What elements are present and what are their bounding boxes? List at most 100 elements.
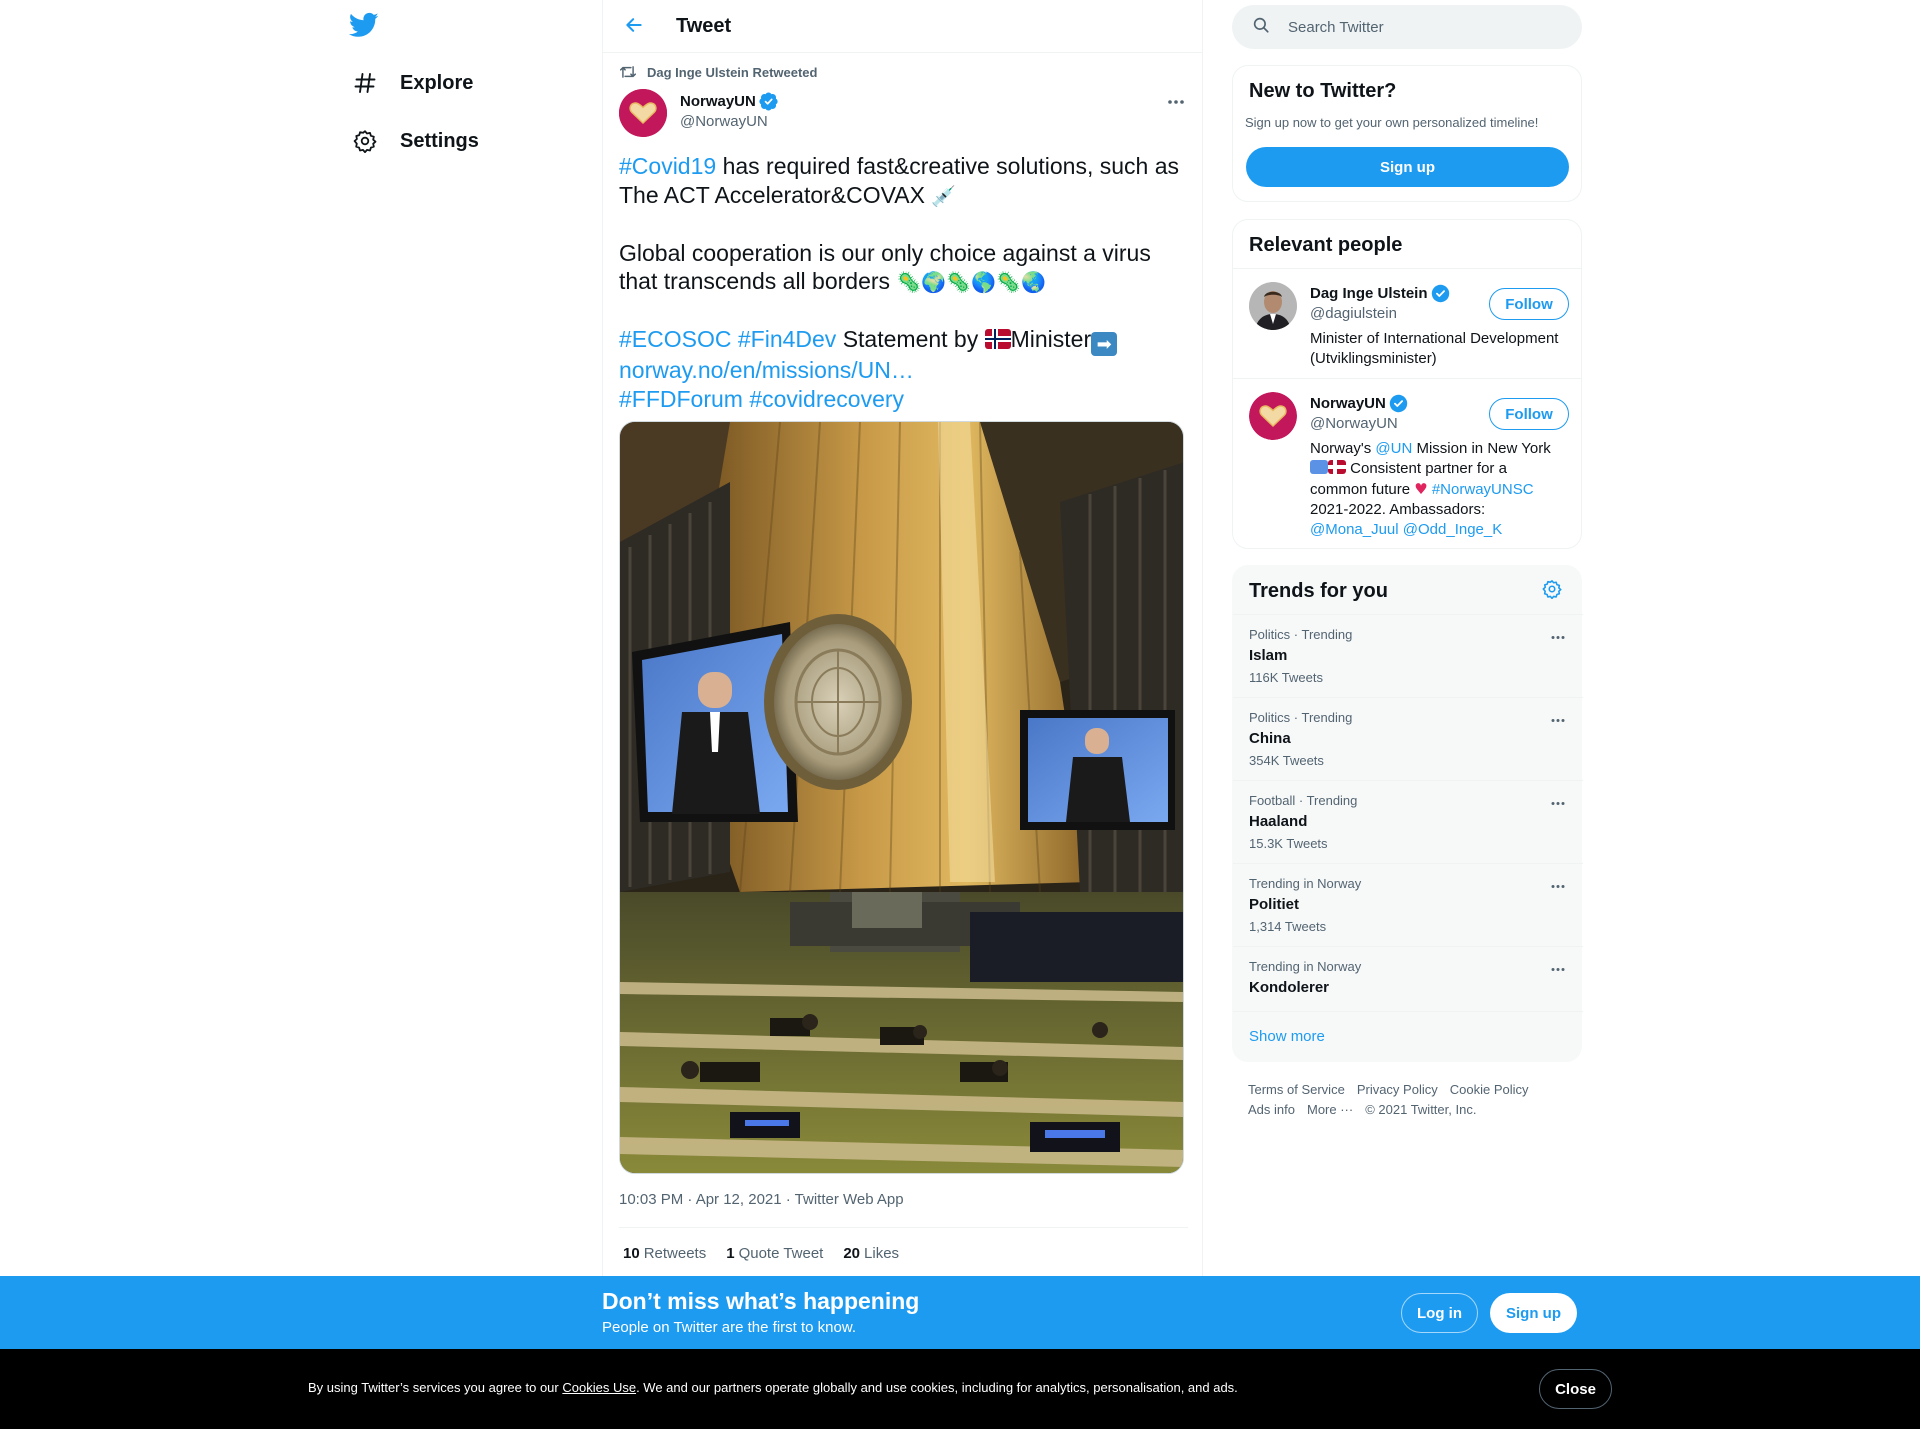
tweet-stats: 10 Retweets 1 Quote Tweet 20 Likes bbox=[623, 1245, 899, 1262]
trend-name: Islam bbox=[1249, 647, 1288, 664]
trend-count: 15.3K Tweets bbox=[1249, 836, 1328, 851]
avatar[interactable] bbox=[1249, 282, 1297, 330]
author-name[interactable]: NorwayUN bbox=[680, 92, 778, 111]
hashtag-link[interactable]: #covidrecovery bbox=[749, 386, 904, 412]
timestamp-text: 10:03 PM · Apr 12, 2021 · Twitter Web Ap… bbox=[619, 1191, 904, 1208]
person-handle: @NorwayUN bbox=[1310, 415, 1398, 432]
tweet-paragraph-1: #Covid19 has required fast&creative solu… bbox=[619, 152, 1189, 210]
trend-item[interactable]: Football · Trending Haaland 15.3K Tweets bbox=[1233, 781, 1583, 863]
heart-emoji: ♥ bbox=[1414, 480, 1428, 498]
login-button[interactable]: Log in bbox=[1401, 1293, 1478, 1333]
gear-icon bbox=[1542, 579, 1562, 604]
hashtag-link[interactable]: #ECOSOC bbox=[619, 326, 731, 352]
trend-item[interactable]: Politics · Trending Islam 116K Tweets bbox=[1233, 615, 1583, 697]
tweet-paragraph-5: #FFDForum #covidrecovery bbox=[619, 385, 1189, 414]
banner-signup-button[interactable]: Sign up bbox=[1490, 1293, 1577, 1333]
trend-item[interactable]: Politics · Trending China 354K Tweets bbox=[1233, 698, 1583, 780]
right-arrow-emoji: ➡ bbox=[1091, 332, 1118, 356]
norway-flag-icon bbox=[1328, 460, 1346, 474]
cookies-use-link[interactable]: Cookies Use bbox=[562, 1380, 636, 1395]
retweets-stat[interactable]: 10 Retweets bbox=[623, 1245, 706, 1262]
show-more-link[interactable]: Show more bbox=[1249, 1028, 1325, 1045]
banner-subtitle: People on Twitter are the first to know. bbox=[602, 1319, 857, 1336]
banner-title: Don’t miss what’s happening bbox=[602, 1288, 920, 1314]
tweet-text: #Covid19 has required fast&creative solu… bbox=[619, 152, 1189, 413]
trends-settings-button[interactable] bbox=[1539, 578, 1565, 604]
more-dots-icon bbox=[1550, 793, 1566, 811]
cookie-close-button[interactable]: Close bbox=[1539, 1369, 1612, 1409]
mention-link[interactable]: @Mona_Juul bbox=[1310, 521, 1399, 538]
trend-more-button[interactable] bbox=[1543, 870, 1573, 900]
tweet-more-button[interactable] bbox=[1161, 86, 1191, 116]
twitter-bird-icon[interactable] bbox=[348, 10, 381, 42]
follow-button[interactable]: Follow bbox=[1489, 398, 1569, 430]
more-dots-icon bbox=[1550, 959, 1566, 977]
hashtag-link[interactable]: #FFDForum bbox=[619, 386, 743, 412]
trend-item[interactable]: Trending in Norway Kondolerer bbox=[1233, 947, 1583, 1011]
new-to-twitter-card: New to Twitter? Sign up now to get your … bbox=[1232, 65, 1582, 202]
footer-link-ads[interactable]: Ads info bbox=[1248, 1102, 1295, 1117]
trend-name: Politiet bbox=[1249, 896, 1300, 913]
mention-link[interactable]: @Odd_Inge_K bbox=[1403, 521, 1502, 538]
quote-tweets-stat[interactable]: 1 Quote Tweet bbox=[726, 1245, 823, 1262]
nav-item-explore[interactable]: Explore bbox=[340, 58, 485, 108]
trends-card: Trends for you Politics · Trending Islam… bbox=[1232, 565, 1583, 1062]
mention-link[interactable]: @UN bbox=[1375, 440, 1412, 457]
trend-meta: Politics · Trending bbox=[1249, 710, 1353, 725]
search-box[interactable] bbox=[1232, 5, 1582, 49]
more-dots-icon bbox=[1167, 92, 1185, 110]
sidebar-signup-button[interactable]: Sign up bbox=[1246, 147, 1569, 187]
follow-button[interactable]: Follow bbox=[1489, 288, 1569, 320]
footer-link-terms[interactable]: Terms of Service bbox=[1248, 1082, 1345, 1097]
trend-item[interactable]: Trending in Norway Politiet 1,314 Tweets bbox=[1233, 864, 1583, 946]
footer-link-cookies[interactable]: Cookie Policy bbox=[1450, 1082, 1529, 1097]
tweet-header: Tweet bbox=[603, 0, 1202, 53]
person-norwayun[interactable]: NorwayUN @NorwayUN Norway's @UN Mission … bbox=[1249, 392, 1569, 542]
page-title: Tweet bbox=[676, 15, 732, 37]
tweet-paragraph-2: Global cooperation is our only choice ag… bbox=[619, 239, 1189, 297]
trend-more-button[interactable] bbox=[1543, 704, 1573, 734]
virus-globe-emojis: 🦠🌍🦠🌎🦠🌏 bbox=[896, 270, 1046, 294]
person-dag-inge-ulstein[interactable]: Dag Inge Ulstein @dagiulstein Minister o… bbox=[1249, 282, 1569, 374]
back-button[interactable] bbox=[617, 10, 651, 44]
person-name[interactable]: Dag Inge Ulstein bbox=[1310, 284, 1450, 303]
search-input[interactable] bbox=[1288, 18, 1548, 36]
nav-item-settings[interactable]: Settings bbox=[340, 116, 491, 166]
footer-link-privacy[interactable]: Privacy Policy bbox=[1357, 1082, 1438, 1097]
likes-stat[interactable]: 20 Likes bbox=[843, 1245, 899, 1262]
avatar[interactable] bbox=[1249, 392, 1297, 440]
trend-more-button[interactable] bbox=[1543, 787, 1573, 817]
trend-name: Haaland bbox=[1249, 813, 1308, 830]
cookie-text-before: By using Twitter’s services you agree to… bbox=[308, 1380, 563, 1395]
author-avatar[interactable] bbox=[619, 89, 667, 137]
trend-more-button[interactable] bbox=[1543, 621, 1573, 651]
syringe-emoji: 💉 bbox=[931, 183, 957, 208]
copyright: © 2021 Twitter, Inc. bbox=[1365, 1102, 1477, 1117]
verified-badge-icon bbox=[1431, 284, 1450, 303]
nav-label-explore: Explore bbox=[400, 71, 474, 94]
retweet-context[interactable]: Dag Inge Ulstein Retweeted bbox=[619, 64, 817, 80]
person-name[interactable]: NorwayUN bbox=[1310, 394, 1408, 413]
tweet-paragraph-4: norway.no/en/missions/UN… bbox=[619, 356, 1189, 385]
hashtag-link[interactable]: #Covid19 bbox=[619, 153, 716, 179]
tweet-text-segment: Global cooperation is our only choice ag… bbox=[619, 239, 1151, 295]
likes-label: Likes bbox=[864, 1245, 900, 1262]
tweet-url-link[interactable]: norway.no/en/missions/UN… bbox=[619, 357, 914, 383]
tweet-text-segment: Statement by bbox=[836, 326, 985, 352]
bio-text: 2021-2022. Ambassadors: bbox=[1310, 501, 1486, 518]
hashtag-link[interactable]: #Fin4Dev bbox=[738, 326, 836, 352]
footer-link-more[interactable]: More ··· bbox=[1307, 1102, 1353, 1117]
author-name-text: NorwayUN bbox=[680, 93, 756, 110]
retweets-label: Retweets bbox=[643, 1245, 707, 1262]
divider bbox=[1233, 268, 1581, 269]
tweet-photo[interactable] bbox=[619, 421, 1184, 1174]
author-handle[interactable]: @NorwayUN bbox=[680, 113, 768, 130]
verified-badge-icon bbox=[1389, 394, 1408, 413]
verified-badge-icon bbox=[759, 92, 778, 111]
trend-more-button[interactable] bbox=[1543, 953, 1573, 983]
trend-meta: Football · Trending bbox=[1249, 793, 1358, 808]
person-name-text: NorwayUN bbox=[1310, 395, 1386, 412]
hashtag-link[interactable]: #NorwayUNSC bbox=[1432, 481, 1534, 498]
